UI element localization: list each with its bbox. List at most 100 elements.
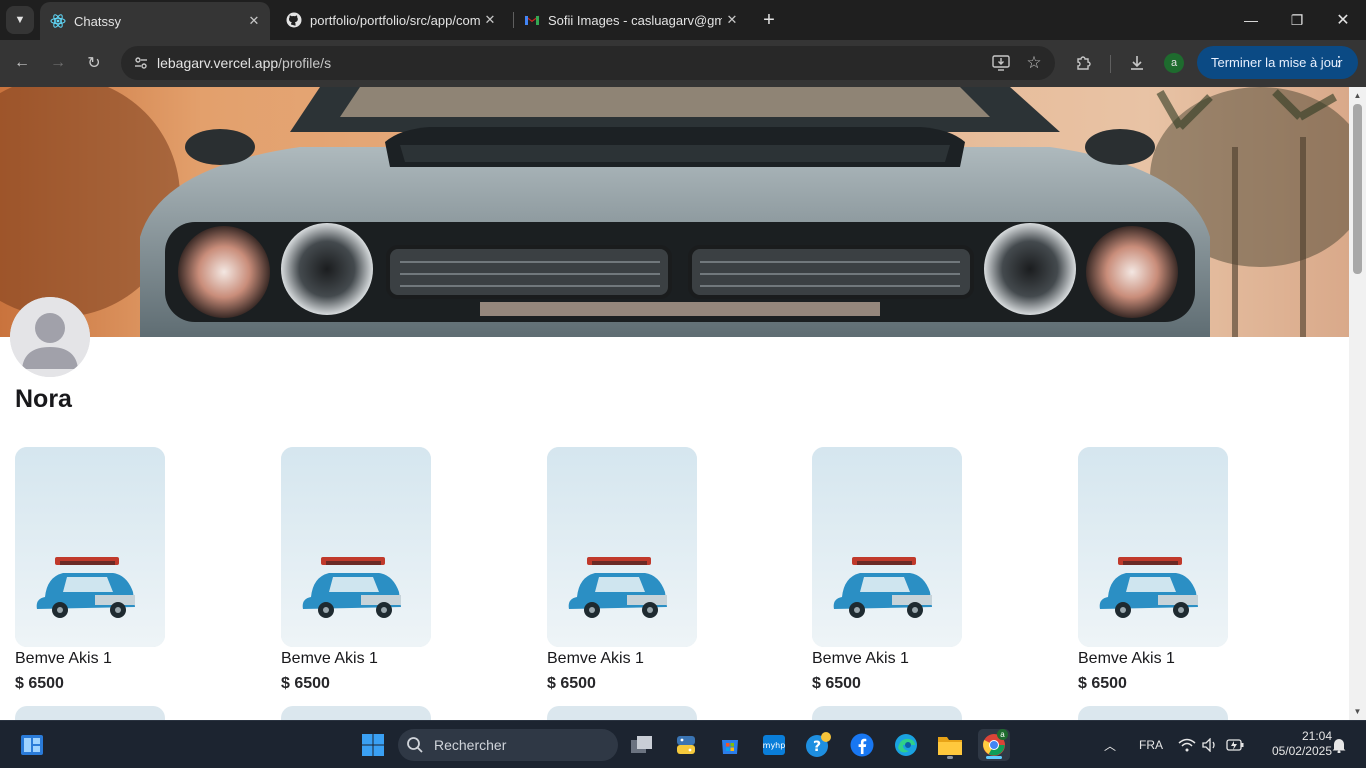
- react-icon: [50, 13, 66, 29]
- update-button[interactable]: Terminer la mise à jour ⋮: [1197, 46, 1358, 79]
- system-clock[interactable]: 21:04 05/02/2025: [1252, 729, 1332, 759]
- product-image[interactable]: [15, 706, 165, 720]
- downloads-button[interactable]: [1123, 49, 1151, 77]
- notifications-button[interactable]: [1328, 729, 1350, 761]
- page-content: Nora Bemve Akis 1 $ 6500 Bemve Akis 1 $ …: [0, 87, 1349, 720]
- close-icon[interactable]: ✕: [722, 10, 742, 30]
- product-card-partial[interactable]: [281, 706, 481, 720]
- product-card-partial[interactable]: [547, 706, 747, 720]
- product-card[interactable]: Bemve Akis 1 $ 6500: [15, 447, 215, 693]
- restore-icon: ❐: [1290, 11, 1304, 28]
- tab-chatssy[interactable]: Chatssy ✕: [40, 2, 270, 40]
- taskbar-edge[interactable]: [890, 729, 922, 761]
- url-text[interactable]: lebagarv.vercel.app/profile/s: [157, 55, 331, 71]
- tab-title: Sofii Images - casluagarv@gma: [548, 12, 722, 28]
- product-name: Bemve Akis 1: [547, 650, 644, 667]
- product-price: $ 6500: [15, 675, 64, 692]
- product-image[interactable]: [812, 706, 962, 720]
- reload-icon: ↻: [87, 55, 101, 72]
- clock-date: 05/02/2025: [1271, 744, 1332, 758]
- widgets-icon: [21, 735, 43, 755]
- minimize-icon: —: [1244, 12, 1258, 28]
- product-image[interactable]: [1078, 447, 1228, 647]
- taskbar-chrome[interactable]: a: [978, 729, 1010, 761]
- url-host: lebagarv.vercel.app: [157, 55, 279, 71]
- tab-search-button[interactable]: ▼: [6, 6, 34, 34]
- tab-strip: ▼ Chatssy ✕ portfolio/portfolio/src/app/…: [0, 0, 1366, 40]
- install-app-icon[interactable]: [989, 51, 1013, 75]
- product-image[interactable]: [1078, 706, 1228, 720]
- product-card-partial[interactable]: [15, 706, 215, 720]
- python-icon: [677, 736, 695, 754]
- taskbar-python-app[interactable]: [670, 729, 702, 761]
- tab-gmail[interactable]: Sofii Images - casluagarv@gma ✕: [514, 0, 748, 40]
- arrow-right-icon: →: [50, 54, 66, 71]
- profile-avatar[interactable]: a: [1164, 53, 1184, 73]
- volume-status[interactable]: [1199, 729, 1221, 761]
- url-path: /profile/s: [278, 55, 332, 71]
- product-name: Bemve Akis 1: [1078, 650, 1175, 667]
- taskbar-myhp[interactable]: myhp: [758, 729, 790, 761]
- product-card[interactable]: Bemve Akis 1 $ 6500: [812, 447, 1012, 693]
- more-vert-icon: ⋮: [1332, 53, 1346, 69]
- taskbar-facebook[interactable]: [846, 729, 878, 761]
- taskbar-file-explorer[interactable]: [934, 729, 966, 761]
- back-button[interactable]: ←: [8, 49, 36, 77]
- reload-button[interactable]: ↻: [80, 49, 108, 77]
- scroll-up-icon[interactable]: ▲: [1353, 91, 1362, 100]
- product-image[interactable]: [547, 706, 697, 720]
- close-window-button[interactable]: ✕: [1320, 0, 1366, 40]
- start-button[interactable]: [357, 729, 389, 761]
- product-card[interactable]: Bemve Akis 1 $ 6500: [281, 447, 481, 693]
- taskbar-store[interactable]: [714, 729, 746, 761]
- active-indicator: [986, 756, 1002, 759]
- taskbar-search[interactable]: Rechercher: [398, 729, 618, 761]
- forward-button[interactable]: →: [44, 49, 72, 77]
- product-card-partial[interactable]: [812, 706, 1012, 720]
- page-scrollbar[interactable]: ▲ ▼: [1349, 87, 1366, 720]
- speaker-icon: [1202, 738, 1215, 752]
- battery-icon: [1226, 739, 1244, 751]
- running-indicator: [947, 756, 953, 759]
- task-view-button[interactable]: [626, 729, 658, 761]
- site-settings-icon[interactable]: [129, 51, 153, 75]
- show-hidden-icons-button[interactable]: ︿: [1096, 729, 1124, 761]
- product-price: $ 6500: [547, 675, 596, 692]
- product-image[interactable]: [281, 706, 431, 720]
- product-price: $ 6500: [281, 675, 330, 692]
- close-icon[interactable]: ✕: [480, 10, 500, 30]
- extensions-button[interactable]: [1070, 49, 1098, 77]
- search-icon: [407, 737, 423, 753]
- product-image[interactable]: [281, 447, 431, 647]
- gmail-icon: [524, 12, 540, 28]
- new-tab-button[interactable]: +: [757, 8, 781, 32]
- widgets-button[interactable]: [16, 729, 48, 761]
- tab-github[interactable]: portfolio/portfolio/src/app/com ✕: [276, 0, 506, 40]
- scroll-down-icon[interactable]: ▼: [1353, 707, 1362, 716]
- puzzle-icon: [1077, 56, 1091, 70]
- product-card[interactable]: Bemve Akis 1 $ 6500: [1078, 447, 1278, 693]
- close-icon[interactable]: ✕: [244, 11, 264, 31]
- product-image[interactable]: [547, 447, 697, 647]
- chevron-up-icon: ︿: [1103, 738, 1116, 753]
- bookmark-star-icon[interactable]: ☆: [1022, 51, 1046, 75]
- product-card[interactable]: Bemve Akis 1 $ 6500: [547, 447, 747, 693]
- taskbar-help[interactable]: ?: [802, 729, 834, 761]
- product-price: $ 6500: [812, 675, 861, 692]
- browser-toolbar: ← → ↻ lebagarv.vercel.app/profile/s ☆ a …: [0, 40, 1366, 87]
- product-name: Bemve Akis 1: [812, 650, 909, 667]
- language-indicator[interactable]: FRA: [1139, 738, 1163, 752]
- restore-button[interactable]: ❐: [1274, 0, 1320, 40]
- scrollbar-thumb[interactable]: [1353, 104, 1362, 274]
- product-name: Bemve Akis 1: [15, 650, 112, 667]
- minimize-button[interactable]: —: [1228, 0, 1274, 40]
- address-bar[interactable]: lebagarv.vercel.app/profile/s ☆: [121, 46, 1055, 80]
- profile-banner-image: [0, 87, 1349, 337]
- product-card-partial[interactable]: [1078, 706, 1278, 720]
- wifi-status[interactable]: [1176, 729, 1198, 761]
- battery-status[interactable]: [1224, 729, 1246, 761]
- product-image[interactable]: [812, 447, 962, 647]
- product-image[interactable]: [15, 447, 165, 647]
- toolbar-separator: [1110, 55, 1111, 73]
- svg-text:myhp: myhp: [763, 741, 786, 750]
